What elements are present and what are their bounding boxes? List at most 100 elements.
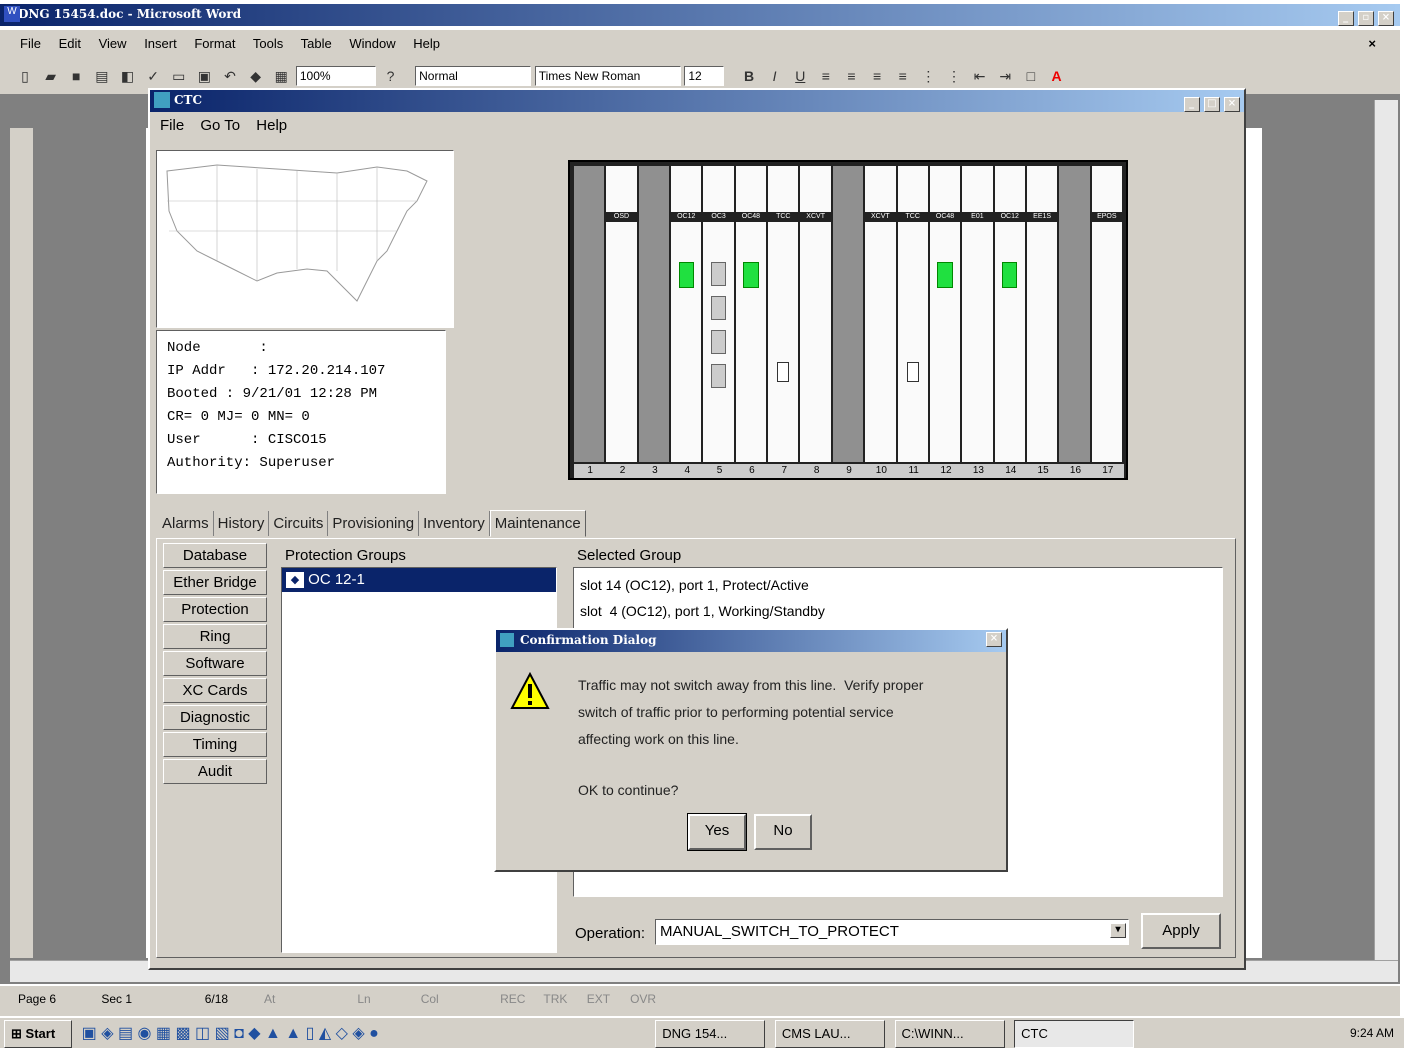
numbering-icon[interactable]: ⋮	[917, 66, 939, 86]
menu-insert[interactable]: Insert	[144, 36, 177, 51]
ctc-menu-goto[interactable]: Go To	[200, 117, 240, 134]
start-button[interactable]: ⊞ Start	[4, 1020, 72, 1048]
justify-icon[interactable]: ≡	[892, 66, 914, 86]
help-icon[interactable]: ?	[380, 66, 402, 86]
spell-icon[interactable]: ✓	[142, 66, 164, 86]
print-icon[interactable]: ▤	[91, 66, 113, 86]
side-database[interactable]: Database	[163, 543, 267, 568]
border-icon[interactable]: □	[1020, 66, 1042, 86]
selected-group-row[interactable]: slot 4 (OC12), port 1, Working/Standby	[580, 598, 1216, 624]
card-slot-4[interactable]: OC12	[671, 166, 702, 462]
size-select[interactable]: 12	[684, 66, 725, 86]
apply-button[interactable]: Apply	[1141, 913, 1221, 949]
font-select[interactable]: Times New Roman	[534, 66, 681, 86]
card-slot-17[interactable]: EPOS	[1091, 166, 1122, 462]
bullets-icon[interactable]: ⋮	[943, 66, 965, 86]
side-ring[interactable]: Ring	[163, 624, 267, 649]
find-icon[interactable]: ◆	[245, 66, 267, 86]
side-ether-bridge[interactable]: Ether Bridge	[163, 570, 267, 595]
task-cms[interactable]: CMS LAU...	[774, 1020, 885, 1048]
align-right-icon[interactable]: ≡	[866, 66, 888, 86]
card-slot-2[interactable]: OSD	[606, 166, 637, 462]
card-slot-13[interactable]: E01	[962, 166, 993, 462]
doc-close-icon[interactable]: ×	[1368, 36, 1376, 51]
outdent-icon[interactable]: ⇤	[969, 66, 991, 86]
ip-line: IP Addr : 172.20.214.107	[167, 363, 386, 379]
task-cmd[interactable]: C:\WINN...	[894, 1020, 1005, 1048]
align-left-icon[interactable]: ≡	[815, 66, 837, 86]
card-slot-1[interactable]	[574, 166, 605, 462]
tab-inventory[interactable]: Inventory	[419, 511, 490, 536]
card-slot-12[interactable]: OC48	[929, 166, 961, 462]
indent-icon[interactable]: ⇥	[994, 66, 1016, 86]
side-protection[interactable]: Protection	[163, 597, 267, 622]
bold-icon[interactable]: B	[738, 66, 760, 86]
ctc-close-icon[interactable]: ×	[1224, 97, 1240, 112]
save-icon[interactable]: ■	[65, 66, 87, 86]
menu-file[interactable]: File	[20, 36, 41, 51]
card-slot-9[interactable]	[832, 166, 864, 462]
card-slot-6[interactable]: OC48	[735, 166, 767, 462]
align-center-icon[interactable]: ≡	[841, 66, 863, 86]
minimize-icon[interactable]: _	[1337, 11, 1354, 26]
side-timing[interactable]: Timing	[163, 732, 267, 757]
italic-icon[interactable]: I	[764, 66, 786, 86]
card-slot-8[interactable]: XCVT	[800, 166, 831, 462]
card-slot-7[interactable]: TCC	[768, 166, 799, 462]
port-connector	[710, 262, 727, 286]
selected-group-row[interactable]: slot 14 (OC12), port 1, Protect/Active	[580, 572, 1216, 598]
card-slot-11[interactable]: TCC	[897, 166, 928, 462]
menu-edit[interactable]: Edit	[59, 36, 81, 51]
dialog-close-icon[interactable]: ×	[986, 632, 1002, 647]
menu-window[interactable]: Window	[349, 36, 395, 51]
maximize-icon[interactable]: ▫	[1357, 11, 1374, 26]
ctc-menu-help[interactable]: Help	[256, 117, 287, 134]
ctc-menu-file[interactable]: File	[160, 117, 184, 134]
tab-circuits[interactable]: Circuits	[269, 511, 329, 536]
style-select[interactable]: Normal	[415, 66, 532, 86]
close-icon[interactable]: ×	[1378, 11, 1394, 26]
card-slot-5[interactable]: OC3	[703, 166, 734, 462]
ctc-minimize-icon[interactable]: _	[1183, 97, 1200, 112]
preview-icon[interactable]: ◧	[117, 66, 139, 86]
ctc-maximize-icon[interactable]: □	[1203, 97, 1220, 112]
card-label: OC48	[735, 212, 767, 222]
yes-button[interactable]: Yes	[687, 813, 747, 851]
card-slot-15[interactable]: EE1S	[1026, 166, 1058, 462]
underline-icon[interactable]: U	[789, 66, 811, 86]
tab-provisioning[interactable]: Provisioning	[328, 511, 420, 536]
zoom-select[interactable]: 100%	[295, 66, 376, 86]
paste-icon[interactable]: ▣	[193, 66, 215, 86]
font-color-icon[interactable]: A	[1046, 66, 1068, 86]
tab-history[interactable]: History	[214, 511, 270, 536]
menu-tools[interactable]: Tools	[253, 36, 283, 51]
card-slot-16[interactable]	[1059, 166, 1090, 462]
card-slot-10[interactable]: XCVT	[865, 166, 896, 462]
no-button[interactable]: No	[754, 814, 812, 850]
card-slot-3[interactable]	[638, 166, 670, 462]
copy-icon[interactable]: ▭	[168, 66, 190, 86]
tab-maintenance[interactable]: Maintenance	[489, 510, 586, 537]
menu-format[interactable]: Format	[194, 36, 235, 51]
open-icon[interactable]: ▰	[40, 66, 62, 86]
tab-alarms[interactable]: Alarms	[158, 511, 214, 536]
side-software[interactable]: Software	[163, 651, 267, 676]
user-line: User : CISCO15	[167, 432, 327, 448]
new-icon[interactable]: ▯	[14, 66, 36, 86]
card-slot-14[interactable]: OC12	[994, 166, 1025, 462]
undo-icon[interactable]: ↶	[219, 66, 241, 86]
table-icon[interactable]: ▦	[270, 66, 292, 86]
side-xc-cards[interactable]: XC Cards	[163, 678, 267, 703]
side-audit[interactable]: Audit	[163, 759, 267, 784]
menu-table[interactable]: Table	[301, 36, 332, 51]
operation-select[interactable]: MANUAL_SWITCH_TO_PROTECT ▾	[655, 919, 1129, 945]
vertical-scrollbar[interactable]	[1374, 100, 1398, 960]
chevron-down-icon[interactable]: ▾	[1110, 923, 1126, 938]
task-ctc[interactable]: CTC	[1014, 1020, 1135, 1048]
menu-view[interactable]: View	[99, 36, 127, 51]
side-diagnostic[interactable]: Diagnostic	[163, 705, 267, 730]
slot-number: 6	[749, 465, 755, 476]
protection-group-item[interactable]: ◆ OC 12-1	[282, 568, 556, 592]
task-word[interactable]: DNG 154...	[655, 1020, 766, 1048]
menu-help[interactable]: Help	[413, 36, 440, 51]
